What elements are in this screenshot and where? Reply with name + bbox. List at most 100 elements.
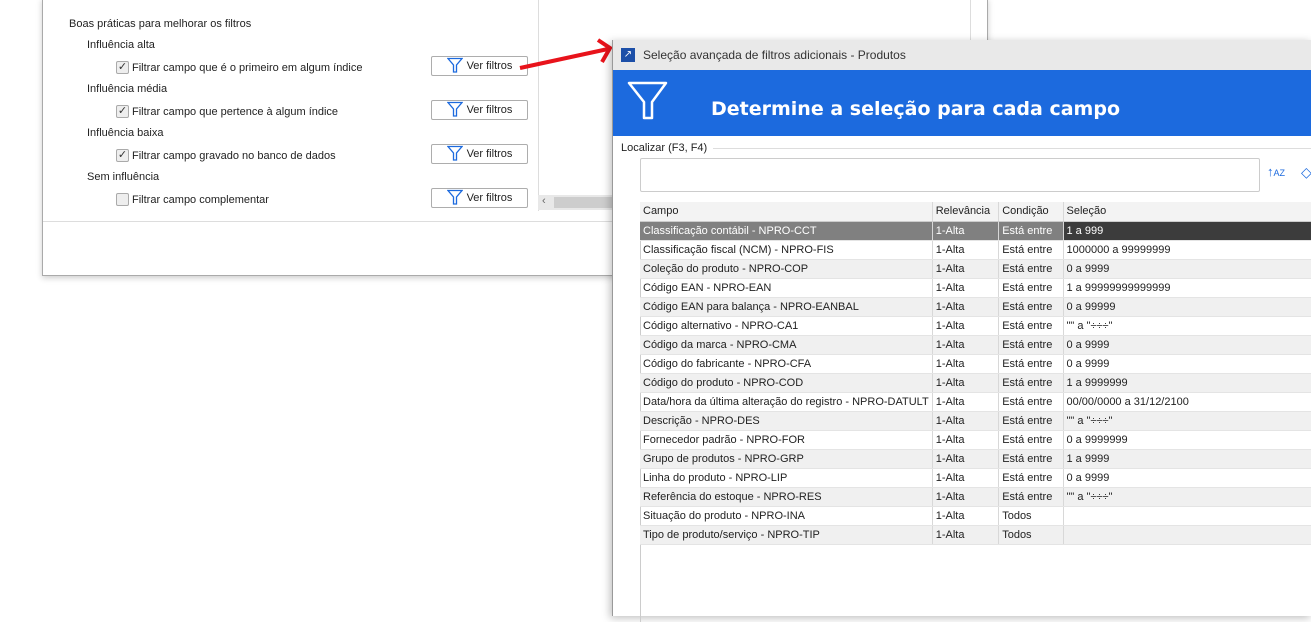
table-cell[interactable]: 0 a 9999 (1063, 354, 1311, 374)
table-row[interactable]: Código da marca - NPRO-CMA 1-Alta Está ent… (640, 335, 1311, 355)
table-cell[interactable]: Código alternativo - NPRO-CA1 (640, 316, 933, 336)
table-cell[interactable]: "" a "÷÷÷" (1063, 411, 1311, 431)
table-cell[interactable]: Classificação fiscal (NCM) - NPRO-FIS (640, 240, 933, 260)
table-cell[interactable]: Código EAN para balança - NPRO-EANBAL (640, 297, 933, 317)
table-cell[interactable]: Grupo de produtos - NPRO-GRP (640, 449, 933, 469)
table-cell[interactable]: 1-Alta (932, 411, 1000, 431)
table-cell[interactable]: 1-Alta (932, 468, 1000, 488)
table-row[interactable]: Classificação fiscal (NCM) - NPRO-FIS 1-A… (640, 240, 1311, 260)
table-cell[interactable]: 1 a 9999999 (1063, 373, 1311, 393)
table-cell[interactable] (1063, 506, 1311, 526)
table-cell[interactable]: Data/hora da última alteração do registr… (640, 392, 933, 412)
option-checkbox[interactable]: ✓ (116, 149, 129, 162)
table-cell[interactable]: Está entre (998, 430, 1064, 450)
table-cell[interactable]: Está entre (998, 373, 1064, 393)
view-filters-button[interactable]: Ver filtros (431, 144, 528, 164)
view-filters-button[interactable]: Ver filtros (431, 188, 528, 208)
table-cell[interactable]: Tipo de produto/serviço - NPRO-TIP (640, 525, 933, 545)
table-cell[interactable]: Está entre (998, 487, 1064, 507)
table-cell[interactable]: 1-Alta (932, 373, 1000, 393)
table-cell[interactable]: Está entre (998, 468, 1064, 488)
table-cell[interactable]: Fornecedor padrão - NPRO-FOR (640, 430, 933, 450)
table-cell[interactable]: Todos (998, 506, 1064, 526)
option-label[interactable]: Filtrar campo que pertence à algum índic… (132, 106, 338, 118)
table-cell[interactable]: Está entre (998, 278, 1064, 298)
table-cell[interactable]: Está entre (998, 411, 1064, 431)
table-cell[interactable]: Todos (998, 525, 1064, 545)
table-cell[interactable]: "" a "÷÷÷" (1063, 487, 1311, 507)
table-cell[interactable]: Está entre (998, 240, 1064, 260)
table-cell[interactable]: 1-Alta (932, 449, 1000, 469)
clear-icon[interactable]: ◇ (1301, 164, 1311, 181)
table-row[interactable]: Código EAN - NPRO-EAN 1-Alta Está entre 1 a… (640, 278, 1311, 298)
option-label[interactable]: Filtrar campo que é o primeiro em algum … (132, 62, 362, 74)
table-row[interactable]: Situação do produto - NPRO-INA 1-Alta Todo… (640, 506, 1311, 526)
table-cell[interactable]: 1 a 9999 (1063, 449, 1311, 469)
table-cell[interactable]: 1-Alta (932, 240, 1000, 260)
table-cell[interactable]: 1-Alta (932, 487, 1000, 507)
table-cell[interactable]: 00/00/0000 a 31/12/2100 (1063, 392, 1311, 412)
column-header[interactable]: Relevância (932, 202, 1000, 222)
table-cell[interactable]: Está entre (998, 354, 1064, 374)
option-checkbox[interactable]: ✓ (116, 61, 129, 74)
table-cell[interactable]: Código EAN - NPRO-EAN (640, 278, 933, 298)
table-cell[interactable]: Está entre (998, 297, 1064, 317)
table-row[interactable]: Código do fabricante - NPRO-CFA 1-Alta Est… (640, 354, 1311, 374)
table-cell[interactable]: 1-Alta (932, 297, 1000, 317)
option-checkbox[interactable] (116, 193, 129, 206)
table-cell[interactable]: Código da marca - NPRO-CMA (640, 335, 933, 355)
table-row[interactable]: Grupo de produtos - NPRO-GRP 1-Alta Está e… (640, 449, 1311, 469)
table-cell[interactable]: Linha do produto - NPRO-LIP (640, 468, 933, 488)
table-cell[interactable]: Situação do produto - NPRO-INA (640, 506, 933, 526)
table-cell[interactable]: 1-Alta (932, 354, 1000, 374)
table-cell[interactable]: Está entre (998, 392, 1064, 412)
table-row[interactable]: Coleção do produto - NPRO-COP 1-Alta Está … (640, 259, 1311, 279)
table-cell[interactable]: 1 a 99999999999999 (1063, 278, 1311, 298)
table-row[interactable]: Código EAN para balança - NPRO-EANBAL 1-A… (640, 297, 1311, 317)
table-cell[interactable]: 1-Alta (932, 221, 1000, 241)
table-cell[interactable]: 0 a 99999 (1063, 297, 1311, 317)
table-cell[interactable]: Está entre (998, 316, 1064, 336)
table-cell[interactable]: Descrição - NPRO-DES (640, 411, 933, 431)
table-row[interactable]: Descrição - NPRO-DES 1-Alta Está entre "" a… (640, 411, 1311, 431)
table-cell[interactable]: "" a "÷÷÷" (1063, 316, 1311, 336)
table-row[interactable]: Classificação contábil - NPRO-CCT 1-Alta E… (640, 221, 1311, 241)
search-input[interactable] (640, 158, 1260, 192)
table-cell[interactable]: 0 a 9999 (1063, 259, 1311, 279)
table-cell[interactable]: 0 a 9999 (1063, 468, 1311, 488)
table-cell[interactable]: 1-Alta (932, 430, 1000, 450)
column-header[interactable]: Campo (640, 202, 933, 222)
table-cell[interactable]: 0 a 9999 (1063, 335, 1311, 355)
table-cell[interactable]: 0 a 9999999 (1063, 430, 1311, 450)
option-checkbox[interactable]: ✓ (116, 105, 129, 118)
table-row[interactable]: Tipo de produto/serviço - NPRO-TIP 1-Alta… (640, 525, 1311, 545)
table-cell[interactable]: 1-Alta (932, 316, 1000, 336)
table-row[interactable]: Código do produto - NPRO-COD 1-Alta Está e… (640, 373, 1311, 393)
table-cell[interactable]: Referência do estoque - NPRO-RES (640, 487, 933, 507)
table-cell[interactable]: 1-Alta (932, 506, 1000, 526)
table-row[interactable]: Data/hora da última alteração do registr… (640, 392, 1311, 412)
table-cell[interactable]: Está entre (998, 335, 1064, 355)
column-header[interactable]: Seleção (1063, 202, 1311, 222)
table-cell[interactable]: Coleção do produto - NPRO-COP (640, 259, 933, 279)
table-cell[interactable]: 1-Alta (932, 259, 1000, 279)
option-label[interactable]: Filtrar campo complementar (132, 194, 269, 206)
table-cell[interactable]: 1 a 999 (1063, 221, 1311, 241)
table-cell[interactable]: 1000000 a 99999999 (1063, 240, 1311, 260)
table-cell[interactable]: 1-Alta (932, 525, 1000, 545)
table-cell[interactable]: Está entre (998, 259, 1064, 279)
table-row[interactable]: Referência do estoque - NPRO-RES 1-Alta Es… (640, 487, 1311, 507)
table-cell[interactable] (1063, 525, 1311, 545)
table-cell[interactable]: Classificação contábil - NPRO-CCT (640, 221, 933, 241)
sort-az-icon[interactable]: ↑AZ (1267, 164, 1285, 179)
table-row[interactable]: Fornecedor padrão - NPRO-FOR 1-Alta Está e… (640, 430, 1311, 450)
scroll-left-icon[interactable]: ‹ (542, 195, 546, 207)
view-filters-button[interactable]: Ver filtros (431, 100, 528, 120)
table-cell[interactable]: 1-Alta (932, 335, 1000, 355)
column-header[interactable]: Condição (998, 202, 1064, 222)
scroll-thumb[interactable] (554, 197, 614, 208)
table-row[interactable]: Código alternativo - NPRO-CA1 1-Alta Está … (640, 316, 1311, 336)
table-cell[interactable]: Está entre (998, 221, 1064, 241)
table-cell[interactable]: Código do produto - NPRO-COD (640, 373, 933, 393)
table-row[interactable]: Linha do produto - NPRO-LIP 1-Alta Está en… (640, 468, 1311, 488)
